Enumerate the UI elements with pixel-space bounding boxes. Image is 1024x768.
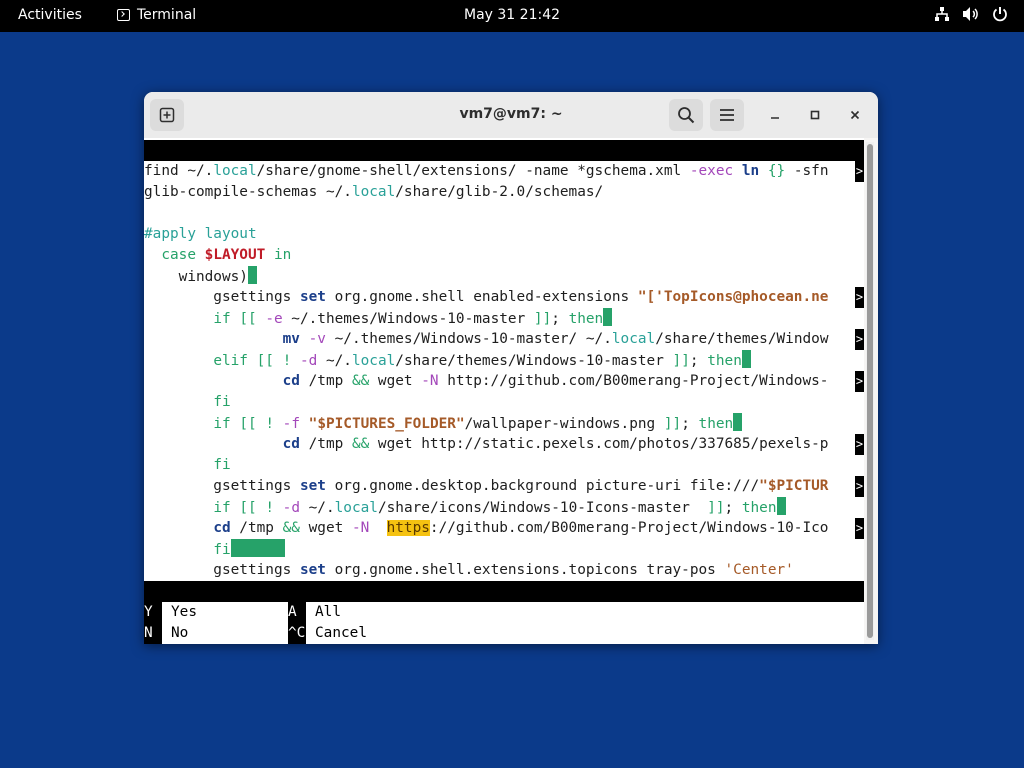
cursor-marker [230,539,285,557]
code-line[interactable]: mv -v ~/.themes/Windows-10-master/ ~/.lo… [144,329,864,350]
terminal-area[interactable]: GNU nano 7.2 layoutmanager.sh * find ~/.… [144,138,864,644]
code-line[interactable]: case $LAYOUT in [144,245,864,266]
close-button[interactable] [843,103,867,127]
maximize-button[interactable] [803,103,827,127]
app-name: Terminal [137,7,197,23]
code-line[interactable]: fi [144,539,864,560]
power-icon[interactable] [992,6,1008,22]
title-bar[interactable]: vm7@vm7: ~ [144,92,878,138]
scrollbar-thumb[interactable] [867,144,873,638]
code-line[interactable] [144,203,864,224]
code-line[interactable]: if [[ ! -f "$PICTURES_FOLDER"/wallpaper-… [144,413,864,434]
code-line[interactable]: glib-compile-schemas ~/.local/share/glib… [144,182,864,203]
shortcut-all[interactable]: All [315,602,341,623]
code-line[interactable]: windows) [144,266,864,287]
code-line[interactable]: if [[ -e ~/.themes/Windows-10-master ]];… [144,308,864,329]
code-line[interactable]: gsettings set org.gnome.shell enabled-ex… [144,287,864,308]
nano-title-bar: GNU nano 7.2 layoutmanager.sh * [144,140,864,200]
code-line[interactable]: #apply layout [144,224,864,245]
cursor-marker [776,497,786,515]
cursor-marker [247,266,257,284]
minimize-button[interactable] [763,103,787,127]
system-tray[interactable] [934,6,1008,22]
activities-button[interactable]: Activities [18,7,82,23]
code-line[interactable]: cd /tmp && wget -N http://github.com/B00… [144,371,864,392]
replace-prompt: Replace this instance? [144,581,864,620]
line-overflow-marker: > [855,371,864,392]
shortcut-key-cancel: ^C [288,623,306,644]
code-line[interactable]: fi [144,392,864,413]
shortcut-cancel[interactable]: Cancel [315,623,367,644]
scrollbar[interactable] [866,142,874,640]
menu-button[interactable] [710,99,744,131]
line-overflow-marker: > [855,518,864,539]
code-line[interactable]: fi [144,455,864,476]
shortcut-key-no: N [144,623,162,644]
shortcut-key-all: A [288,602,306,623]
clock[interactable]: May 31 21:42 [464,7,560,23]
code-line[interactable]: gsettings set org.gnome.desktop.backgrou… [144,476,864,497]
code-line[interactable]: gsettings set org.gnome.shell.extensions… [144,560,864,581]
cursor-marker [733,413,743,431]
code-line[interactable]: cd /tmp && wget http://static.pexels.com… [144,434,864,455]
line-overflow-marker: > [855,434,864,455]
volume-icon[interactable] [962,6,980,22]
search-button[interactable] [669,99,703,131]
cursor-marker [741,350,751,368]
app-menu-button[interactable]: Terminal [117,7,196,23]
minimize-icon [771,117,779,119]
shortcut-no[interactable]: No [171,623,188,644]
code-line[interactable]: cd /tmp && wget -N https://github.com/B0… [144,518,864,539]
code-line[interactable]: find ~/.local/share/gnome-shell/extensio… [144,161,864,182]
search-icon [678,107,695,124]
top-bar: Activities Terminal May 31 21:42 [0,0,1024,32]
line-overflow-marker: > [855,329,864,350]
line-overflow-marker: > [855,287,864,308]
shortcut-yes[interactable]: Yes [171,602,197,623]
terminal-icon [117,9,130,21]
hamburger-menu-icon [720,109,734,121]
shortcut-key-yes: Y [144,602,162,623]
network-icon[interactable] [934,6,950,22]
code-line[interactable]: elif [[ ! -d ~/.local/share/themes/Windo… [144,350,864,371]
maximize-icon [810,110,820,120]
code-line[interactable]: if [[ ! -d ~/.local/share/icons/Windows-… [144,497,864,518]
line-overflow-marker: > [855,161,864,182]
line-overflow-marker: > [855,476,864,497]
terminal-window: vm7@vm7: ~ GNU nano 7.2 layoutmanager.sh… [144,92,878,644]
close-icon [850,110,860,120]
cursor-marker [603,308,613,326]
